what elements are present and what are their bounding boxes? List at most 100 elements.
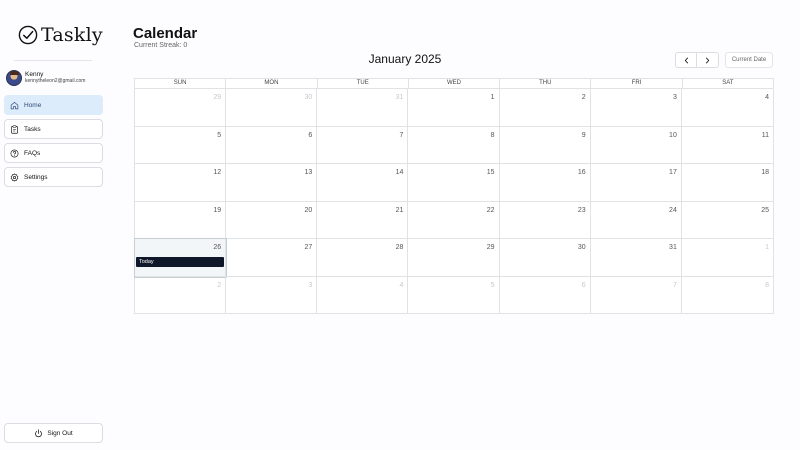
day-number: 30 <box>304 94 313 101</box>
calendar-day-today[interactable]: 26 Today <box>133 238 228 278</box>
day-number: 26 <box>213 244 222 251</box>
calendar-day[interactable]: 2 <box>135 276 227 314</box>
day-number: 6 <box>581 281 586 289</box>
calendar-day[interactable]: 28 <box>317 239 409 277</box>
sidebar-item-faqs[interactable]: FAQs <box>4 143 103 163</box>
calendar-day[interactable]: 6 <box>226 126 318 164</box>
day-number: 5 <box>217 131 222 139</box>
calendar-day[interactable]: 7 <box>317 126 409 164</box>
calendar-day[interactable]: 16 <box>499 164 591 202</box>
day-number: 4 <box>399 281 404 289</box>
calendar-day[interactable]: 19 <box>135 201 227 239</box>
weekday-label: SUN <box>135 79 227 88</box>
calendar-day[interactable]: 1 <box>681 239 773 277</box>
day-number: 30 <box>577 244 586 251</box>
home-icon <box>10 101 19 109</box>
month-navigation <box>675 52 719 68</box>
calendar-day[interactable]: 1 <box>408 89 500 127</box>
day-number: 3 <box>308 281 313 289</box>
sign-out-button[interactable]: Sign Out <box>4 423 103 443</box>
chevron-right-icon <box>706 57 710 63</box>
weekday-label: FRI <box>591 79 683 88</box>
calendar-day[interactable]: 13 <box>226 164 318 202</box>
calendar-day[interactable]: 4 <box>681 89 773 127</box>
calendar-day[interactable]: 8 <box>408 126 500 164</box>
calendar-day[interactable]: 23 <box>499 201 591 239</box>
sign-out-label: Sign Out <box>47 429 73 437</box>
calendar-grid: SUN MON TUE WED THU FRI SAT 29 30 31 1 2 3 4 5 6… <box>133 78 774 315</box>
calendar-day[interactable]: 3 <box>590 89 682 127</box>
page-title: Calendar <box>133 25 198 42</box>
sidebar-item-settings[interactable]: Settings <box>4 167 103 187</box>
app-name: Taskly <box>41 24 103 46</box>
day-number: 17 <box>669 169 677 176</box>
month-title: January 2025 <box>368 52 442 66</box>
calendar-day[interactable]: 30 <box>499 239 591 277</box>
sidebar-item-label: Tasks <box>24 125 41 133</box>
app-logo[interactable]: Taskly <box>18 24 103 46</box>
calendar-day[interactable]: 31 <box>590 239 682 277</box>
calendar-day[interactable]: 29 <box>408 239 500 277</box>
calendar-day[interactable]: 27 <box>226 239 318 277</box>
calendar-day[interactable]: 11 <box>681 127 773 164</box>
calendar-day[interactable]: 30 <box>226 89 318 127</box>
day-number: 1 <box>490 94 495 101</box>
calendar-day[interactable]: 9 <box>499 126 591 164</box>
check-circle-icon <box>18 25 38 45</box>
day-number: 27 <box>304 244 313 251</box>
power-icon <box>35 428 43 437</box>
calendar-day[interactable]: 4 <box>317 276 409 314</box>
calendar-day[interactable]: 8 <box>682 277 773 315</box>
avatar <box>6 70 22 86</box>
day-number: 5 <box>490 281 495 289</box>
calendar-day[interactable]: 15 <box>408 164 500 202</box>
day-number: 1 <box>765 244 769 251</box>
day-number: 25 <box>761 206 769 214</box>
current-date-button[interactable]: Current Date <box>725 52 773 68</box>
weekday-header: SUN MON TUE WED THU FRI SAT <box>135 79 773 89</box>
next-month-button[interactable] <box>697 52 719 68</box>
user-profile[interactable]: Kenny kennytheleon2@gmail.com <box>6 70 85 86</box>
calendar-day[interactable]: 25 <box>681 202 773 239</box>
day-number: 2 <box>581 94 586 101</box>
calendar-day[interactable]: 6 <box>500 276 591 314</box>
day-number: 8 <box>765 281 769 289</box>
user-email: kennytheleon2@gmail.com <box>25 77 86 84</box>
calendar-day[interactable]: 22 <box>408 201 500 239</box>
gear-icon <box>10 172 19 182</box>
day-number: 29 <box>486 244 495 251</box>
day-number: 31 <box>395 94 404 101</box>
calendar-day[interactable]: 5 <box>408 276 500 314</box>
sidebar-item-tasks[interactable]: Tasks <box>4 119 103 139</box>
calendar-day[interactable]: 5 <box>135 126 227 164</box>
day-number: 14 <box>395 169 404 176</box>
prev-month-button[interactable] <box>675 52 697 68</box>
chevron-left-icon <box>684 57 688 63</box>
sidebar-item-label: FAQs <box>24 149 41 157</box>
weekday-label: THU <box>500 79 592 88</box>
calendar-day[interactable]: 18 <box>681 164 773 202</box>
calendar-day[interactable]: 12 <box>135 164 227 202</box>
calendar-day[interactable]: 31 <box>317 89 409 127</box>
day-number: 15 <box>486 169 495 176</box>
calendar-day[interactable]: 29 <box>135 89 227 127</box>
calendar-day[interactable]: 14 <box>317 164 409 202</box>
sidebar: Taskly Kenny kennytheleon2@gmail.com Hom… <box>0 0 108 450</box>
sidebar-divider <box>14 60 92 61</box>
calendar-day[interactable]: 10 <box>590 126 682 164</box>
calendar-day[interactable]: 2 <box>499 89 591 127</box>
calendar-day[interactable]: 21 <box>317 201 409 239</box>
calendar-day[interactable]: 17 <box>590 164 682 202</box>
calendar-day[interactable]: 20 <box>226 201 318 239</box>
day-number: 31 <box>669 244 677 251</box>
sidebar-item-label: Home <box>24 101 42 109</box>
day-number: 13 <box>304 169 313 176</box>
calendar-day[interactable]: 7 <box>591 276 682 314</box>
weekday-label: MON <box>226 79 318 88</box>
sidebar-item-home[interactable]: Home <box>4 95 103 115</box>
calendar-day[interactable]: 24 <box>590 201 682 239</box>
day-number: 16 <box>577 169 586 176</box>
calendar-day[interactable]: 3 <box>226 276 318 314</box>
day-number: 4 <box>765 94 769 101</box>
day-number: 21 <box>395 206 404 214</box>
